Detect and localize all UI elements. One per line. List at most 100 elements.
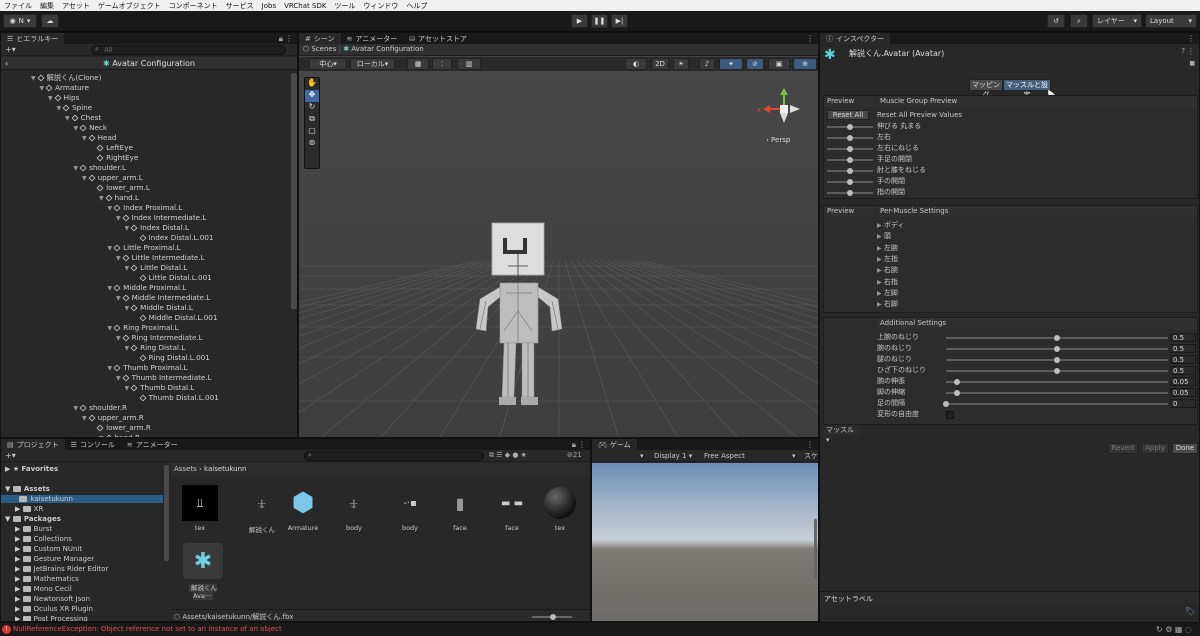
tab-scene-1[interactable]: ≋ アニメーター bbox=[340, 33, 404, 44]
expand-arrow-icon[interactable]: ▼ bbox=[108, 365, 113, 372]
menu-item[interactable]: アセット bbox=[62, 1, 90, 11]
hierarchy-item[interactable]: ▼ Little Intermediate.L bbox=[116, 253, 205, 263]
breadcrumb-root[interactable]: Assets bbox=[174, 465, 197, 473]
hierarchy-item[interactable]: ▼ Armature bbox=[40, 83, 89, 93]
hierarchy-item[interactable]: ▼ Index Intermediate.L bbox=[116, 213, 206, 223]
hierarchy-search-input[interactable]: All bbox=[91, 45, 286, 55]
hierarchy-item[interactable]: ▼ Thumb Intermediate.L bbox=[116, 373, 212, 383]
slider-knob[interactable] bbox=[1054, 335, 1060, 341]
lock-icon[interactable]: ■ bbox=[1189, 60, 1195, 67]
game-scrollbar[interactable] bbox=[814, 519, 817, 579]
folder-item[interactable]: kaisetukunn bbox=[1, 495, 163, 503]
error-message[interactable]: NullReferenceException: Object reference… bbox=[13, 625, 282, 633]
setting-value-field[interactable]: 0.5 bbox=[1170, 344, 1196, 353]
pivot-dropdown[interactable]: 中心 ▾ bbox=[309, 58, 347, 70]
muscle-group-foldout[interactable]: ▶ ボディ bbox=[877, 220, 904, 231]
hierarchy-item[interactable]: ▼ Ring Proximal.L bbox=[108, 323, 179, 333]
game-viewport[interactable] bbox=[592, 463, 818, 621]
expand-arrow-icon[interactable]: ▼ bbox=[40, 85, 45, 92]
hierarchy-item[interactable]: ▼LeftEye bbox=[91, 143, 133, 153]
slider-knob[interactable] bbox=[847, 135, 853, 141]
cloud-button[interactable]: ☁ bbox=[41, 14, 59, 28]
hierarchy-item[interactable]: ▼ Chest bbox=[65, 113, 101, 123]
tab-hierarchy[interactable]: ☰ ヒエラルキー bbox=[1, 33, 65, 44]
effects-dropdown[interactable]: ✦ bbox=[719, 58, 743, 70]
slider-knob[interactable] bbox=[1054, 368, 1060, 374]
scale-tool-icon[interactable]: ⧉ bbox=[305, 114, 319, 126]
tab-project-1[interactable]: ☰ コンソール bbox=[64, 439, 121, 450]
menu-icon[interactable]: ⋮ bbox=[285, 34, 293, 43]
expand-arrow-icon[interactable]: ▼ bbox=[57, 105, 62, 112]
asset-item[interactable]: ⫫ tex bbox=[181, 485, 219, 532]
expand-arrow-icon[interactable]: ▼ bbox=[74, 405, 79, 412]
menu-icon[interactable]: ⋮ bbox=[806, 34, 814, 43]
asset-item[interactable]: ⍖ 解説くん bbox=[243, 485, 281, 534]
pause-button[interactable]: ❚❚ bbox=[591, 14, 608, 28]
setting-slider[interactable] bbox=[946, 381, 1168, 383]
zoom-slider[interactable] bbox=[532, 614, 572, 620]
hierarchy-item[interactable]: ▼ Spine bbox=[57, 103, 93, 113]
tag-icon[interactable]: 🏷︎ bbox=[1185, 607, 1195, 616]
account-dropdown[interactable]: ◉ N ▾ bbox=[3, 14, 37, 28]
expand-arrow-icon[interactable]: ▼ bbox=[125, 265, 130, 272]
menu-icon[interactable]: ⋮ bbox=[1187, 34, 1195, 43]
asset-item[interactable]: ▮ face bbox=[441, 485, 479, 533]
grid-dropdown[interactable]: ▥ bbox=[457, 58, 481, 70]
asset-item[interactable]: -·▪ body bbox=[391, 485, 429, 533]
breadcrumb-current[interactable]: kaisetukunn bbox=[204, 465, 246, 473]
hierarchy-item[interactable]: ▼ Middle Proximal.L bbox=[108, 283, 187, 293]
package-item[interactable]: ▶ Mathematics bbox=[15, 575, 79, 583]
lock-icon[interactable]: 🔒︎ bbox=[572, 440, 576, 450]
asset-item[interactable]: ⍖ body bbox=[335, 485, 373, 532]
2d-toggle[interactable]: 2D bbox=[651, 58, 669, 70]
apply-button[interactable]: Apply bbox=[1141, 443, 1169, 454]
add-button[interactable]: +▾ bbox=[5, 451, 16, 460]
hierarchy-item[interactable]: ▼ Middle Distal.L bbox=[125, 303, 193, 313]
setting-slider[interactable] bbox=[946, 403, 1168, 405]
slider-knob[interactable] bbox=[847, 146, 853, 152]
menu-icon[interactable]: ⋮ bbox=[578, 440, 586, 449]
expand-arrow-icon[interactable]: ▼ bbox=[108, 285, 113, 292]
tab-scene-0[interactable]: # シーン bbox=[299, 33, 341, 44]
package-item[interactable]: ▶ JetBrains Rider Editor bbox=[15, 565, 108, 573]
setting-value-field[interactable]: 0.5 bbox=[1170, 333, 1196, 342]
slider-knob[interactable] bbox=[847, 168, 853, 174]
hierarchy-item[interactable]: ▼Middle Distal.L.001 bbox=[133, 313, 217, 323]
status-icons[interactable]: ↻ ⚙ ▦ ◌ bbox=[1156, 625, 1192, 634]
done-button[interactable]: Done bbox=[1172, 443, 1198, 454]
step-button[interactable]: ▶| bbox=[611, 14, 628, 28]
slider-knob[interactable] bbox=[847, 124, 853, 130]
slider-knob[interactable] bbox=[954, 390, 961, 396]
filter-icon[interactable]: ⧉ ☰ ◆ ● ★ bbox=[489, 451, 527, 460]
expand-arrow-icon[interactable]: ▼ bbox=[99, 195, 104, 202]
menu-item[interactable]: VRChat SDK bbox=[284, 2, 326, 10]
favorites-item[interactable]: ▶ ★ Favorites bbox=[5, 465, 58, 473]
package-item[interactable]: ▶ Gesture Manager bbox=[15, 555, 94, 563]
asset-item[interactable]: ⬢ Armature bbox=[284, 485, 322, 532]
expand-arrow-icon[interactable]: ▼ bbox=[48, 95, 53, 102]
project-search-input[interactable] bbox=[304, 451, 484, 461]
package-item[interactable]: ▶ Custom NUnit bbox=[15, 545, 82, 553]
slider-knob[interactable] bbox=[1054, 346, 1060, 352]
hierarchy-item[interactable]: ▼Thumb Distal.L.001 bbox=[133, 393, 219, 403]
expand-arrow-icon[interactable]: ▼ bbox=[108, 205, 113, 212]
hierarchy-item[interactable]: ▼Ring Distal.L.001 bbox=[133, 353, 210, 363]
expand-arrow-icon[interactable]: ▼ bbox=[108, 245, 113, 252]
expand-arrow-icon[interactable]: ▼ bbox=[82, 415, 87, 422]
avatar-asset-item[interactable]: ✱ 解説くんAva··· bbox=[181, 543, 225, 600]
search-button[interactable]: ⌕ bbox=[1070, 14, 1088, 28]
help-icon[interactable]: ? bbox=[1181, 47, 1185, 55]
rotate-tool-icon[interactable]: ↻ bbox=[305, 102, 319, 114]
space-dropdown[interactable]: ローカル ▾ bbox=[350, 58, 395, 70]
lock-icon[interactable]: 🔒︎ bbox=[279, 34, 283, 44]
hierarchy-item[interactable]: ▼ Little Proximal.L bbox=[108, 243, 181, 253]
setting-slider[interactable] bbox=[946, 392, 1168, 394]
reset-all-button[interactable]: Reset All bbox=[827, 110, 869, 120]
revert-button[interactable]: Revert bbox=[1108, 443, 1138, 454]
hierarchy-scrollbar[interactable] bbox=[291, 73, 297, 309]
tab-scene-2[interactable]: ⛁ アセットストア bbox=[403, 33, 474, 44]
setting-value-field[interactable]: 0.5 bbox=[1170, 366, 1196, 375]
menu-item[interactable]: ウィンドウ bbox=[363, 1, 398, 11]
scenes-breadcrumb[interactable]: ⬡ Scenes | ✱ Avatar Configuration bbox=[303, 45, 424, 53]
back-arrow-icon[interactable]: ‹ bbox=[5, 57, 8, 70]
